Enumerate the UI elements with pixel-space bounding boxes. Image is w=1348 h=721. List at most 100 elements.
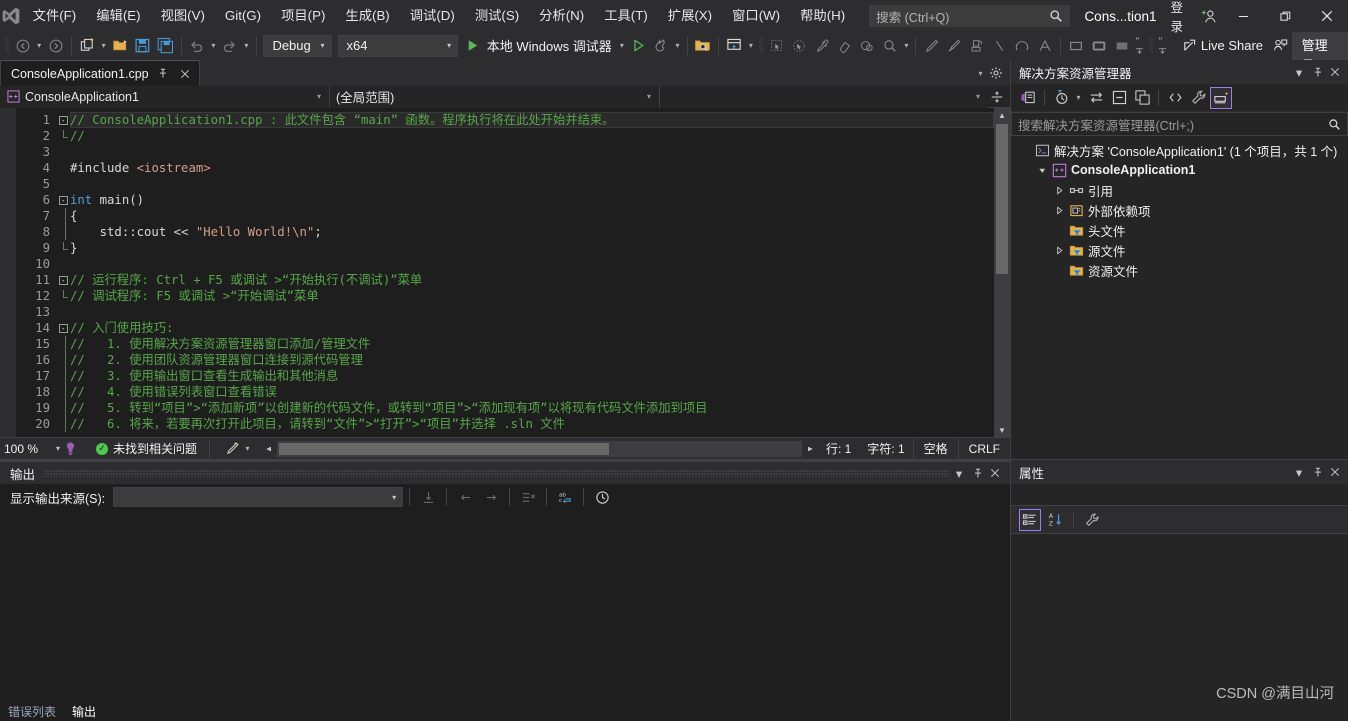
chevron-down-icon[interactable]: ▾ — [975, 61, 986, 85]
menu-edit[interactable]: 编辑(E) — [86, 0, 150, 32]
menu-project[interactable]: 项目(P) — [271, 0, 335, 32]
find-message-in-code-icon[interactable] — [416, 485, 440, 509]
brush-icon[interactable] — [943, 34, 966, 58]
quick-launch-search[interactable]: 搜索 (Ctrl+Q) — [869, 5, 1071, 27]
code-line[interactable] — [70, 256, 994, 272]
filled-rectangle-icon[interactable] — [1110, 34, 1133, 58]
vertical-scroll-thumb[interactable] — [996, 124, 1008, 274]
code-line[interactable] — [70, 144, 994, 160]
eyedropper-icon[interactable] — [811, 34, 834, 58]
minimize-button[interactable] — [1222, 0, 1264, 32]
menu-help[interactable]: 帮助(H) — [790, 0, 855, 32]
editor-horizontal-scrollbar[interactable] — [277, 440, 802, 457]
window-layout-icon[interactable] — [723, 34, 746, 58]
sign-in-label[interactable]: 登录 — [1170, 0, 1197, 35]
tree-item[interactable]: 引用 — [1011, 180, 1348, 200]
code-line[interactable]: // 3. 使用输出窗口查看生成输出和其他消息 — [70, 368, 994, 384]
chevron-down-icon[interactable]: ▾ — [1290, 60, 1308, 84]
pending-changes-dropdown-icon[interactable]: ▾ — [1073, 86, 1084, 110]
go-to-next-message-icon[interactable] — [479, 485, 503, 509]
new-project-icon[interactable] — [76, 34, 99, 58]
open-file-icon[interactable] — [109, 34, 132, 58]
output-panel-drag-area[interactable] — [35, 461, 950, 485]
solution-explorer-home-icon[interactable] — [1017, 87, 1039, 109]
close-icon[interactable] — [1326, 460, 1344, 484]
menu-file[interactable]: 文件(F) — [23, 0, 87, 32]
error-status-badge[interactable]: ✓ 未找到相关问题 — [96, 440, 197, 457]
start-debugging-play-icon[interactable] — [461, 34, 484, 58]
undo-dropdown-icon[interactable]: ▾ — [208, 34, 218, 58]
close-icon[interactable] — [1326, 60, 1344, 84]
pin-icon[interactable] — [155, 66, 171, 82]
code-line[interactable]: std::cout << "Hello World!\n"; — [70, 224, 994, 240]
output-source-combo[interactable]: ▾ — [113, 487, 404, 507]
close-icon[interactable] — [986, 461, 1004, 485]
pen-tool-dropdown-icon[interactable]: ▾ — [242, 437, 253, 461]
pending-changes-icon[interactable] — [1050, 87, 1072, 109]
outlining-margin[interactable]: - - - - — [56, 108, 70, 437]
code-text[interactable]: // ConsoleApplication1.cpp : 此文件包含 “main… — [70, 108, 994, 437]
toolbar-grip[interactable] — [2, 36, 11, 56]
fold-collapse-icon[interactable]: - — [56, 320, 70, 336]
toolbar-grip[interactable] — [1146, 36, 1155, 56]
start-debugging-label[interactable]: 本地 Windows 调试器 — [484, 36, 617, 55]
intellisense-icon[interactable] — [60, 439, 80, 459]
properties-wrench-icon[interactable] — [1187, 87, 1209, 109]
stamp-icon[interactable] — [966, 34, 989, 58]
code-line[interactable]: int main() — [70, 192, 994, 208]
fold-collapse-icon[interactable]: - — [56, 192, 70, 208]
preview-selected-items-icon[interactable] — [1210, 86, 1232, 109]
start-without-debugging-icon[interactable] — [627, 34, 650, 58]
indentation-mode[interactable]: 空格 — [912, 437, 958, 460]
sync-with-active-document-icon[interactable] — [1085, 87, 1107, 109]
code-line[interactable]: // 调试程序: F5 或调试 >“开始调试”菜单 — [70, 288, 994, 304]
pin-icon[interactable] — [1308, 460, 1326, 484]
code-editor[interactable]: 1 2 3 4 5 6 7 8 9 10 11 12 13 14 15 16 17 18 19 20 ---- // … — [0, 108, 1010, 437]
word-wrap-icon[interactable]: ab c — [553, 485, 577, 509]
code-line[interactable]: // 6. 将来，若要再次打开此项目，请转到“文件”>“打开”>“项目”并选择 … — [70, 416, 994, 432]
alphabetical-sort-icon[interactable]: AZ — [1044, 509, 1066, 531]
menu-test[interactable]: 测试(S) — [465, 0, 529, 32]
line-icon[interactable] — [988, 34, 1011, 58]
code-line[interactable]: #include <iostream> — [70, 160, 994, 176]
close-icon[interactable] — [177, 66, 193, 82]
add-person-icon[interactable] — [1198, 0, 1222, 32]
toolbar-grip[interactable] — [756, 36, 765, 56]
redo-icon[interactable] — [219, 34, 242, 58]
menu-extensions[interactable]: 扩展(X) — [658, 0, 722, 32]
tree-item[interactable]: ConsoleApplication1 — [1011, 160, 1348, 180]
eraser-icon[interactable] — [833, 34, 856, 58]
scroll-right-icon[interactable]: ▲ — [804, 442, 818, 456]
undo-icon[interactable] — [186, 34, 209, 58]
text-tool-icon[interactable] — [1034, 34, 1057, 58]
pen-tool-icon[interactable] — [222, 439, 242, 459]
collapse-all-icon[interactable] — [1108, 87, 1130, 109]
tree-item[interactable]: 源文件 — [1011, 240, 1348, 260]
code-line[interactable]: // 5. 转到“项目”>“添加新项”以创建新的代码文件，或转到“项目”>“添加… — [70, 400, 994, 416]
arc-icon[interactable] — [1011, 34, 1034, 58]
navbar-scope-combo[interactable]: (全局范围) ▾ — [330, 85, 660, 108]
categorized-icon[interactable] — [1019, 508, 1041, 531]
code-line[interactable]: // ConsoleApplication1.cpp : 此文件包含 “main… — [70, 112, 994, 128]
toggle-timestamp-icon[interactable] — [590, 485, 614, 509]
select-tool-icon[interactable] — [765, 34, 788, 58]
output-text-area[interactable] — [0, 510, 1010, 703]
code-line[interactable]: } — [70, 240, 994, 256]
horizontal-scroll-thumb[interactable] — [279, 442, 610, 455]
chevron-down-icon[interactable]: ▾ — [950, 461, 968, 485]
quote-right-icon[interactable]: ” — [1156, 34, 1169, 58]
show-all-files-icon[interactable] — [1164, 87, 1186, 109]
scroll-up-icon[interactable]: ▲ — [994, 108, 1010, 122]
quote-left-icon[interactable]: ” — [1133, 34, 1146, 58]
code-line[interactable]: // 运行程序: Ctrl + F5 或调试 >“开始执行(不调试)”菜单 — [70, 272, 994, 288]
bottom-tab-error-list[interactable]: 错误列表 — [0, 703, 64, 720]
navigate-forward-icon[interactable] — [44, 34, 67, 58]
go-to-previous-message-icon[interactable] — [453, 485, 477, 509]
magnifier-dropdown-icon[interactable]: ▾ — [901, 34, 911, 58]
hot-reload-dropdown-icon[interactable]: ▾ — [672, 34, 682, 58]
tree-item[interactable]: 解决方案 'ConsoleApplication1' (1 个项目，共 1 个) — [1011, 140, 1348, 160]
magnifier-icon[interactable] — [879, 34, 902, 58]
fill-icon[interactable] — [856, 34, 879, 58]
live-share-label[interactable]: Live Share — [1201, 38, 1269, 53]
chevron-right-icon[interactable] — [1051, 200, 1067, 220]
